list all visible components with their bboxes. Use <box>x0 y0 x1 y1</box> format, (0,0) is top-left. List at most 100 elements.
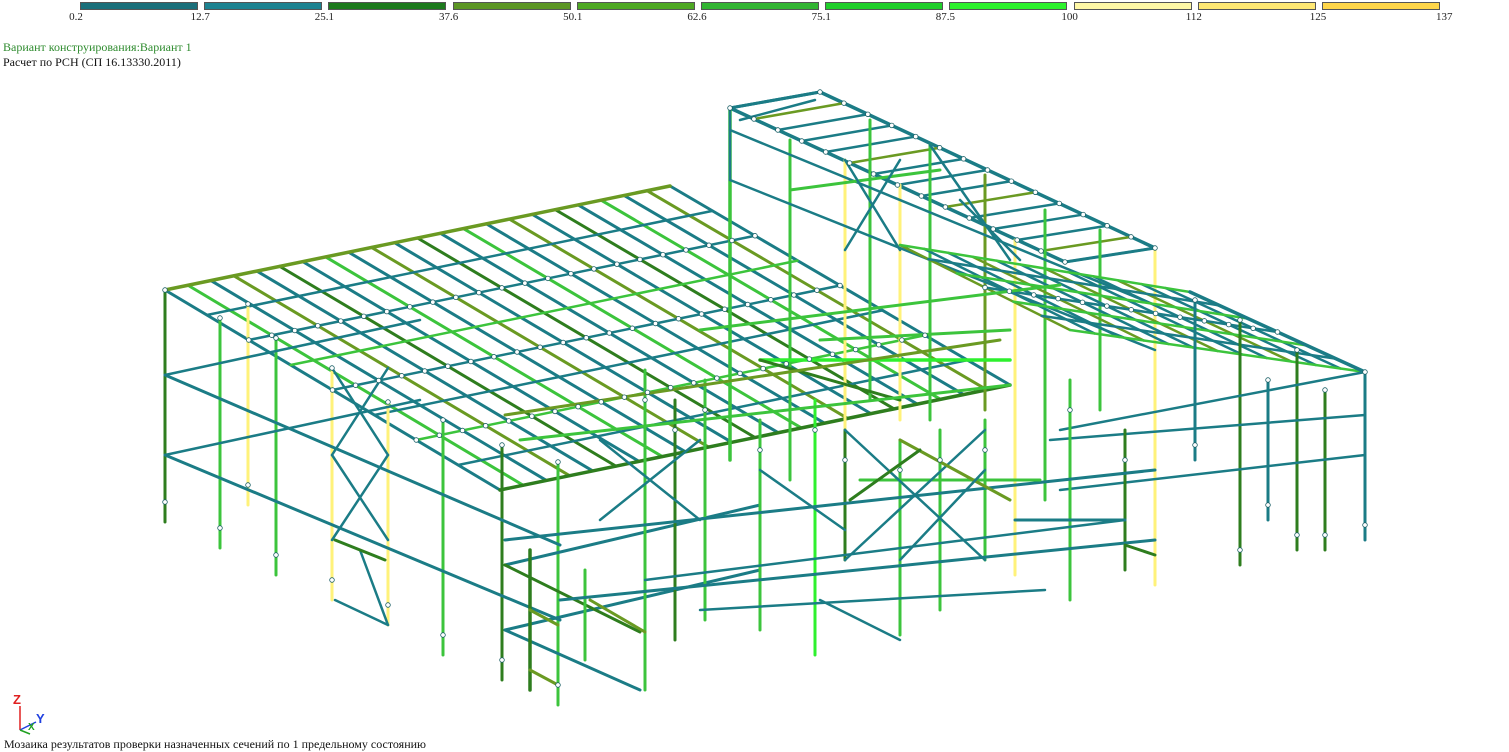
structural-node[interactable] <box>1128 234 1134 240</box>
structural-node[interactable] <box>918 193 925 199</box>
structural-node[interactable] <box>329 577 335 583</box>
structural-node[interactable] <box>870 171 877 177</box>
structural-member[interactable] <box>788 168 942 192</box>
structural-node[interactable] <box>1265 502 1271 508</box>
structural-member[interactable] <box>503 628 642 692</box>
structural-node[interactable] <box>385 602 391 608</box>
structural-node[interactable] <box>775 127 781 133</box>
structural-member[interactable] <box>800 124 894 143</box>
structural-node[interactable] <box>865 111 871 117</box>
structural-node[interactable] <box>245 301 251 307</box>
structural-node[interactable] <box>1104 303 1110 309</box>
structural-node[interactable] <box>1067 407 1073 413</box>
structural-node[interactable] <box>506 418 512 424</box>
structural-node[interactable] <box>817 89 823 95</box>
structural-member[interactable] <box>1058 453 1367 492</box>
structural-node[interactable] <box>876 342 882 348</box>
structural-node[interactable] <box>642 397 648 403</box>
structural-node[interactable] <box>737 370 743 377</box>
structural-node[interactable] <box>990 226 996 232</box>
structural-node[interactable] <box>545 275 551 282</box>
structural-node[interactable] <box>591 266 597 272</box>
structural-node[interactable] <box>812 427 818 433</box>
structural-node[interactable] <box>329 365 335 371</box>
structural-node[interactable] <box>667 384 674 391</box>
structural-node[interactable] <box>555 459 561 465</box>
structural-node[interactable] <box>430 299 436 305</box>
structural-node[interactable] <box>829 351 836 357</box>
structural-node[interactable] <box>899 337 905 343</box>
structural-node[interactable] <box>269 332 275 338</box>
structural-node[interactable] <box>783 361 789 367</box>
structural-node[interactable] <box>514 349 520 355</box>
structural-node[interactable] <box>675 316 682 322</box>
structural-node[interactable] <box>913 133 919 140</box>
structural-node[interactable] <box>1006 288 1013 294</box>
structural-node[interactable] <box>246 337 252 343</box>
structural-member[interactable] <box>518 383 1012 442</box>
structural-node[interactable] <box>745 301 751 308</box>
structural-node[interactable] <box>598 399 604 405</box>
structural-node[interactable] <box>1226 321 1232 328</box>
structural-node[interactable] <box>837 282 843 289</box>
structural-member[interactable] <box>1058 370 1367 432</box>
structural-node[interactable] <box>245 482 251 488</box>
structural-member[interactable] <box>1015 224 1109 242</box>
structural-node[interactable] <box>791 292 797 298</box>
structural-node[interactable] <box>683 247 689 253</box>
structural-node[interactable] <box>691 380 697 386</box>
structural-node[interactable] <box>560 339 566 346</box>
structural-node[interactable] <box>984 167 991 173</box>
structural-node[interactable] <box>768 297 774 303</box>
structural-node[interactable] <box>1014 237 1020 243</box>
structural-node[interactable] <box>1104 223 1110 229</box>
structural-node[interactable] <box>752 233 758 239</box>
structural-node[interactable] <box>721 306 728 312</box>
structural-node[interactable] <box>652 320 659 327</box>
structural-node[interactable] <box>1008 178 1015 184</box>
structural-node[interactable] <box>1152 310 1159 317</box>
structural-node[interactable] <box>1201 318 1208 324</box>
structural-node[interactable] <box>760 365 766 372</box>
structural-node[interactable] <box>453 294 459 301</box>
structural-node[interactable] <box>1056 200 1062 207</box>
structural-node[interactable] <box>1250 325 1256 331</box>
structural-node[interactable] <box>937 457 943 463</box>
structural-node[interactable] <box>897 467 903 473</box>
structural-node[interactable] <box>445 363 451 369</box>
structural-node[interactable] <box>482 423 489 429</box>
structural-node[interactable] <box>922 332 928 338</box>
structural-member[interactable] <box>958 198 1022 262</box>
structural-node[interactable] <box>936 145 943 151</box>
structural-node[interactable] <box>1122 457 1128 463</box>
structural-node[interactable] <box>468 358 474 365</box>
structural-member[interactable] <box>1048 413 1367 442</box>
structural-node[interactable] <box>1128 307 1134 313</box>
structural-node[interactable] <box>529 413 535 419</box>
structural-member[interactable] <box>728 90 822 110</box>
structural-member[interactable] <box>758 468 847 532</box>
structural-node[interactable] <box>629 325 636 331</box>
structural-node[interactable] <box>621 394 628 400</box>
structural-node[interactable] <box>1080 211 1086 218</box>
structural-node[interactable] <box>942 204 949 210</box>
structural-node[interactable] <box>552 408 558 415</box>
structural-node[interactable] <box>384 308 390 315</box>
structural-node[interactable] <box>1031 292 1037 298</box>
structural-node[interactable] <box>499 285 505 291</box>
structural-node[interactable] <box>637 256 643 263</box>
structural-node[interactable] <box>568 270 574 277</box>
structural-node[interactable] <box>162 287 168 293</box>
structural-node[interactable] <box>729 237 735 244</box>
structural-node[interactable] <box>1322 387 1328 393</box>
structural-member[interactable] <box>1039 235 1133 253</box>
structural-node[interactable] <box>422 368 428 374</box>
structural-node[interactable] <box>1294 347 1300 353</box>
structural-node[interactable] <box>1265 377 1271 383</box>
structural-member[interactable] <box>991 213 1085 231</box>
structural-node[interactable] <box>672 427 678 433</box>
structural-node[interactable] <box>575 403 581 410</box>
structural-node[interactable] <box>217 525 223 531</box>
structural-node[interactable] <box>1079 299 1086 306</box>
structural-node[interactable] <box>660 252 666 258</box>
